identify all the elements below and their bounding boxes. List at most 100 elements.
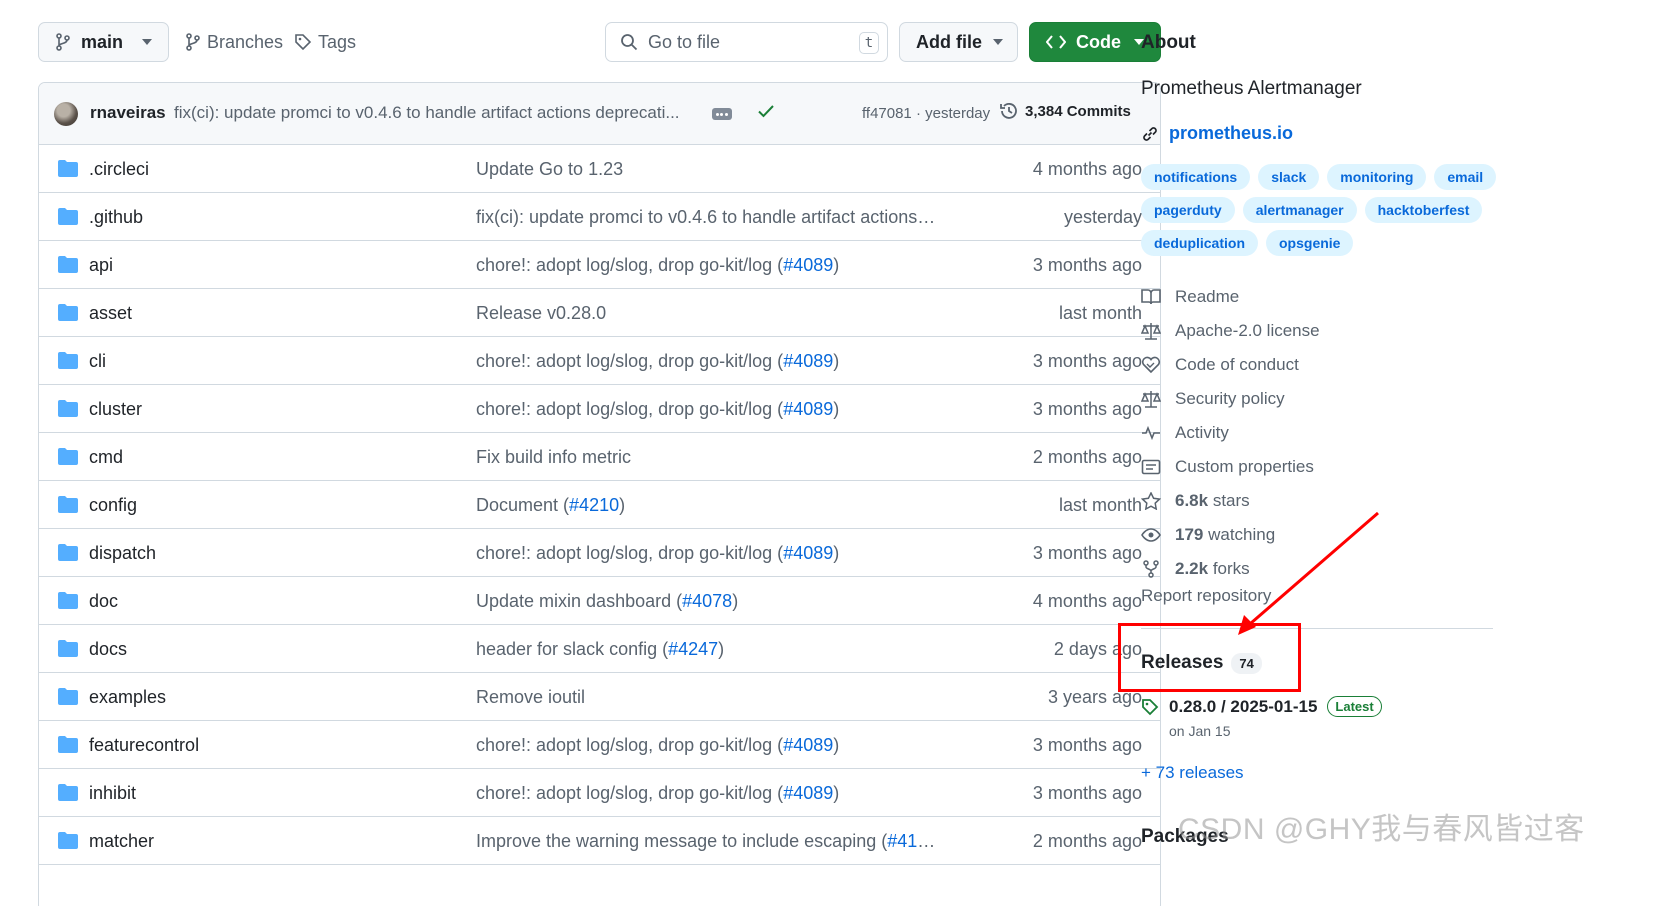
commits-history-link[interactable]: 3,384 Commits bbox=[999, 101, 1131, 121]
topic-tag[interactable]: pagerduty bbox=[1141, 197, 1235, 223]
file-name[interactable]: asset bbox=[89, 303, 132, 324]
custom-properties-link[interactable]: Custom properties bbox=[1141, 450, 1491, 484]
file-commit-message[interactable]: header for slack config (#4247) bbox=[476, 639, 724, 660]
branches-link[interactable]: Branches bbox=[185, 22, 283, 62]
file-commit-message[interactable]: Remove ioutil bbox=[476, 687, 585, 708]
security-policy-link[interactable]: Security policy bbox=[1141, 382, 1491, 416]
file-name[interactable]: cmd bbox=[89, 447, 123, 468]
file-commit-message[interactable]: Update mixin dashboard (#4078) bbox=[476, 591, 738, 612]
commit-author[interactable]: rnaveiras bbox=[90, 103, 166, 123]
pr-link[interactable]: #4210 bbox=[569, 495, 619, 515]
file-name[interactable]: config bbox=[89, 495, 137, 516]
table-row: matcher Improve the warning message to in… bbox=[39, 817, 1160, 865]
go-to-file-placeholder: Go to file bbox=[648, 31, 721, 52]
commit-text: Update mixin dashboard ( bbox=[476, 591, 683, 611]
pr-link[interactable]: #4089 bbox=[783, 399, 833, 419]
topic-tag[interactable]: notifications bbox=[1141, 164, 1251, 190]
file-commit-message[interactable]: Improve the warning message to include e… bbox=[476, 831, 936, 852]
file-name[interactable]: cluster bbox=[89, 399, 142, 420]
pr-link[interactable]: #4089 bbox=[783, 255, 833, 275]
file-commit-message[interactable]: chore!: adopt log/slog, drop go-kit/log … bbox=[476, 783, 839, 804]
commit-sha-time[interactable]: ff47081 · yesterday bbox=[862, 105, 990, 122]
file-list: .circleci Update Go to 1.23 4 months ago .g… bbox=[39, 145, 1160, 865]
file-name[interactable]: matcher bbox=[89, 831, 154, 852]
commit-text: Document ( bbox=[476, 495, 570, 515]
expand-commit-button[interactable] bbox=[712, 108, 732, 120]
folder-icon bbox=[58, 496, 78, 518]
file-commit-time: 3 months ago bbox=[1032, 351, 1142, 371]
pr-link[interactable]: #4078 bbox=[682, 591, 732, 611]
file-commit-message[interactable]: chore!: adopt log/slog, drop go-kit/log … bbox=[476, 543, 839, 564]
custom-properties-label: Custom properties bbox=[1175, 457, 1314, 476]
commit-text: chore!: adopt log/slog, drop go-kit/log … bbox=[476, 351, 784, 371]
branch-selector[interactable]: main bbox=[38, 22, 169, 62]
file-commit-message[interactable]: chore!: adopt log/slog, drop go-kit/log … bbox=[476, 351, 839, 372]
file-commit-message[interactable]: fix(ci): update promci to v0.4.6 to hand… bbox=[476, 207, 936, 228]
file-commit-time: 2 months ago bbox=[1032, 831, 1142, 851]
homepage-url: prometheus.io bbox=[1169, 123, 1294, 143]
file-commit-message[interactable]: Document (#4210) bbox=[476, 495, 625, 516]
table-row: config Document (#4210) last month bbox=[39, 481, 1160, 529]
commit-text-tail: ) bbox=[833, 399, 840, 419]
file-name[interactable]: .github bbox=[89, 207, 143, 228]
latest-commit-bar: rnaveiras fix(ci): update promci to v0.4… bbox=[39, 83, 1160, 145]
file-commit-message[interactable]: chore!: adopt log/slog, drop go-kit/log … bbox=[476, 735, 839, 756]
file-name[interactable]: .circleci bbox=[89, 159, 149, 180]
table-row: doc Update mixin dashboard (#4078) 4 month… bbox=[39, 577, 1160, 625]
topic-tag[interactable]: email bbox=[1434, 164, 1497, 190]
pr-link[interactable]: #4247 bbox=[668, 639, 718, 659]
file-name[interactable]: examples bbox=[89, 687, 166, 708]
go-to-file-input[interactable]: Go to file t bbox=[605, 22, 888, 62]
file-name[interactable]: doc bbox=[89, 591, 118, 612]
topic-tag[interactable]: deduplication bbox=[1141, 230, 1258, 256]
topic-tag[interactable]: hacktoberfest bbox=[1364, 197, 1483, 223]
topic-tag[interactable]: opsgenie bbox=[1266, 230, 1354, 256]
folder-icon bbox=[58, 400, 78, 422]
table-row: featurecontrol chore!: adopt log/slog, dr… bbox=[39, 721, 1160, 769]
pr-link[interactable]: #4089 bbox=[783, 351, 833, 371]
commit-text-tail: ) bbox=[732, 591, 739, 611]
table-row: dispatch chore!: adopt log/slog, drop go-… bbox=[39, 529, 1160, 577]
check-icon[interactable] bbox=[757, 102, 775, 125]
latest-release-name: 0.28.0 / 2025-01-15 bbox=[1169, 696, 1318, 716]
homepage-link[interactable]: prometheus.io bbox=[1141, 123, 1293, 144]
activity-link[interactable]: Activity bbox=[1141, 416, 1491, 450]
file-name[interactable]: inhibit bbox=[89, 783, 136, 804]
file-name[interactable]: docs bbox=[89, 639, 127, 660]
file-name[interactable]: dispatch bbox=[89, 543, 156, 564]
license-link[interactable]: Apache-2.0 license bbox=[1141, 314, 1491, 348]
file-commit-message[interactable]: Update Go to 1.23 bbox=[476, 159, 623, 180]
avatar[interactable] bbox=[54, 102, 78, 126]
commit-text: header for slack config ( bbox=[476, 639, 669, 659]
git-branch-icon bbox=[55, 33, 71, 51]
add-file-label: Add file bbox=[916, 31, 982, 52]
topic-tag[interactable]: slack bbox=[1258, 164, 1320, 190]
file-commit-message[interactable]: chore!: adopt log/slog, drop go-kit/log … bbox=[476, 399, 839, 420]
tags-link[interactable]: Tags bbox=[294, 22, 356, 62]
commit-text: chore!: adopt log/slog, drop go-kit/log … bbox=[476, 783, 784, 803]
topic-tag[interactable]: monitoring bbox=[1327, 164, 1427, 190]
commit-text: Remove ioutil bbox=[476, 687, 586, 707]
file-commit-message[interactable]: Fix build info metric bbox=[476, 447, 631, 468]
readme-link[interactable]: Readme bbox=[1141, 280, 1491, 314]
code-of-conduct-link[interactable]: Code of conduct bbox=[1141, 348, 1491, 382]
file-name[interactable]: featurecontrol bbox=[89, 735, 199, 756]
file-commit-message[interactable]: Release v0.28.0 bbox=[476, 303, 606, 324]
pr-link[interactable]: #4156 bbox=[887, 831, 936, 851]
pr-link[interactable]: #4089 bbox=[783, 783, 833, 803]
table-row: cluster chore!: adopt log/slog, drop go-k… bbox=[39, 385, 1160, 433]
folder-icon bbox=[58, 736, 78, 758]
add-file-button[interactable]: Add file bbox=[899, 22, 1018, 62]
file-name[interactable]: api bbox=[89, 255, 113, 276]
book-icon bbox=[1141, 288, 1161, 306]
commit-message[interactable]: fix(ci): update promci to v0.4.6 to hand… bbox=[174, 103, 694, 123]
file-name[interactable]: cli bbox=[89, 351, 106, 372]
topic-tag[interactable]: alertmanager bbox=[1242, 197, 1357, 223]
pr-link[interactable]: #4089 bbox=[783, 543, 833, 563]
more-releases-link[interactable]: + 73 releases bbox=[1141, 763, 1244, 783]
latest-release-link[interactable]: 0.28.0 / 2025-01-15 Latest bbox=[1141, 696, 1382, 717]
file-commit-message[interactable]: chore!: adopt log/slog, drop go-kit/log … bbox=[476, 255, 839, 276]
commit-text-tail: ) bbox=[833, 783, 840, 803]
folder-icon bbox=[58, 832, 78, 854]
pr-link[interactable]: #4089 bbox=[783, 735, 833, 755]
